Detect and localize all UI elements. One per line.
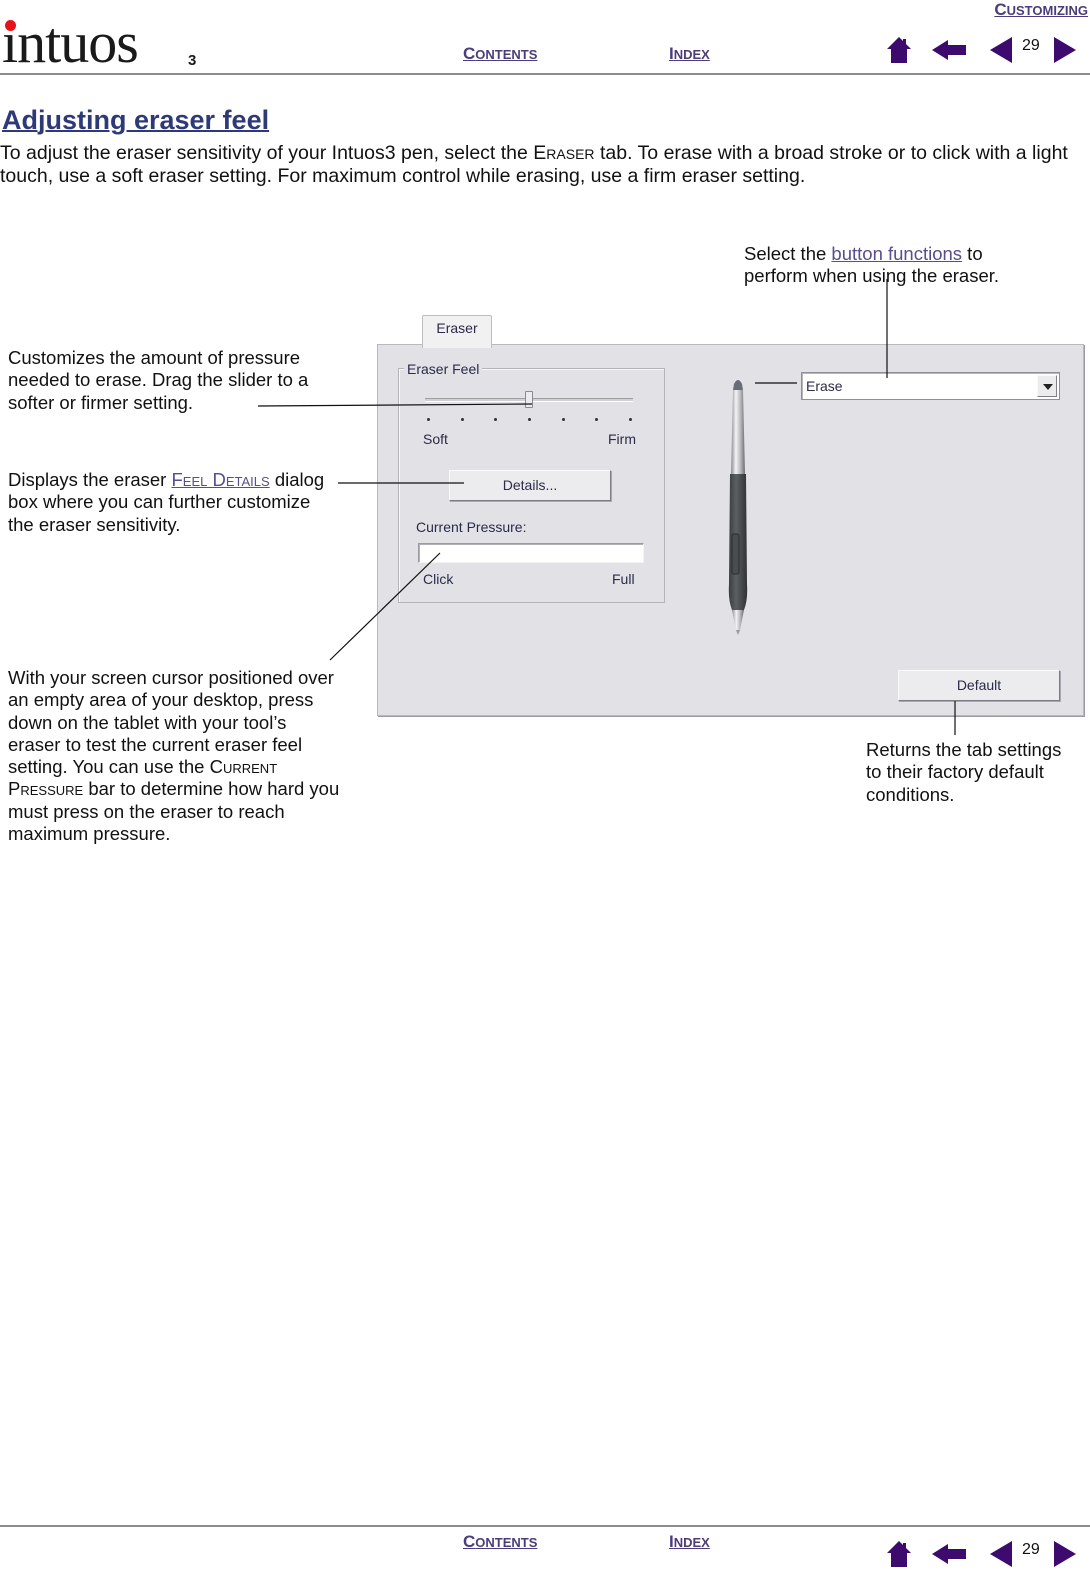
default-button[interactable]: Default [898, 670, 1060, 701]
intro-eraser-tab-term: Eraser [533, 142, 595, 164]
contents-link-cap: C [463, 1532, 476, 1551]
section-link-cap: C [994, 0, 1007, 19]
intro-paragraph: To adjust the eraser sensitivity of your… [0, 142, 1088, 188]
home-icon[interactable] [886, 36, 912, 64]
index-link-rest: ndex [673, 47, 710, 62]
slider-tick [629, 418, 632, 421]
section-link-rest: ustomizing [1006, 3, 1088, 18]
chevron-down-icon[interactable] [1037, 375, 1057, 397]
slider-tick [528, 418, 531, 421]
slider-tick [561, 418, 565, 421]
tab-eraser[interactable]: Eraser [422, 315, 492, 348]
logo-model-number: 3 [188, 52, 197, 69]
eraser-function-select[interactable]: Erase [801, 372, 1060, 400]
callout-default: Returns the tab settings to their factor… [866, 739, 1062, 805]
callout-feel-details: Displays the eraser Feel Details dialog … [8, 469, 328, 536]
slider-tick [460, 418, 464, 421]
contents-link-rest: ontents [475, 1535, 538, 1550]
slider-max-label: Firm [608, 431, 636, 447]
page-number: 29 [1022, 1541, 1040, 1558]
back-icon[interactable] [932, 1544, 968, 1564]
eraser-feel-slider-thumb[interactable] [525, 391, 533, 408]
slider-tick [427, 418, 430, 421]
page-title[interactable]: Adjusting eraser feel [2, 105, 269, 136]
next-page-icon[interactable] [1054, 1541, 1076, 1567]
eraser-feel-group-label: Eraser Feel [404, 361, 483, 377]
section-link-customizing[interactable]: Customizing [994, 0, 1088, 20]
previous-page-icon[interactable] [990, 1541, 1012, 1567]
index-link-footer[interactable]: Index [669, 1532, 710, 1552]
contents-link[interactable]: Contents [463, 44, 537, 64]
details-button[interactable]: Details... [449, 470, 611, 501]
next-page-icon[interactable] [1054, 37, 1076, 63]
pressure-min-label: Click [423, 571, 454, 587]
contents-link-cap: C [463, 44, 476, 63]
eraser-function-select-value: Erase [806, 378, 843, 394]
contents-link-footer[interactable]: Contents [463, 1532, 537, 1552]
home-icon[interactable] [886, 1540, 912, 1568]
callout-text: Select the [744, 243, 832, 264]
current-pressure-label: Current Pressure: [416, 519, 527, 535]
previous-page-icon[interactable] [990, 37, 1012, 63]
logo-wordmark: intuos [2, 10, 139, 75]
callout-button-functions: Select the button functions to perform w… [744, 243, 1044, 288]
header-divider [0, 73, 1090, 75]
intuos3-logo: intuos 3 [2, 14, 196, 72]
feel-details-link[interactable]: Feel Details [171, 469, 269, 490]
current-pressure-bar [418, 543, 644, 563]
callout-text: With your screen cursor positioned over … [8, 667, 334, 778]
pen-illustration [722, 374, 758, 641]
pressure-max-label: Full [612, 571, 635, 587]
footer-divider [0, 1525, 1090, 1527]
logo-red-dot [5, 20, 16, 31]
contents-link-rest: ontents [475, 47, 538, 62]
index-link-rest: ndex [673, 1535, 710, 1550]
back-icon[interactable] [932, 40, 968, 60]
page-number: 29 [1022, 37, 1040, 54]
callout-text: Displays the eraser [8, 469, 172, 490]
intro-text-start: To adjust the eraser sensitivity of your… [0, 142, 534, 164]
slider-min-label: Soft [423, 431, 448, 447]
button-functions-link[interactable]: button functions [831, 243, 962, 264]
callout-eraser-feel: Customizes the amount of pressure needed… [8, 347, 309, 413]
index-link[interactable]: Index [669, 44, 710, 64]
callout-current-pressure: With your screen cursor positioned over … [8, 667, 343, 845]
